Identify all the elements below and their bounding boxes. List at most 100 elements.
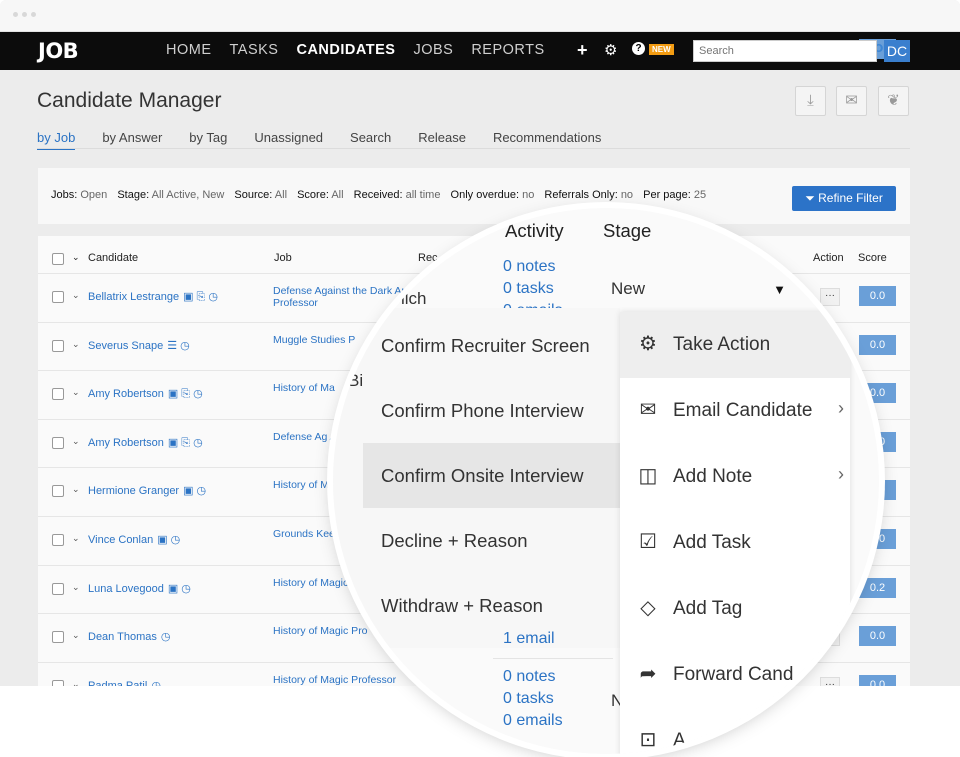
candidate-name[interactable]: Severus Snape ☰ ◷ bbox=[88, 339, 190, 352]
tab-by-job[interactable]: by Job bbox=[37, 130, 76, 150]
plus-icon[interactable]: + bbox=[577, 40, 588, 61]
candidate-status-icons[interactable]: ◷ bbox=[161, 631, 171, 643]
candidate-status-icons[interactable]: ◷ bbox=[151, 680, 161, 686]
candidate-status-icons[interactable]: ▣ ◷ bbox=[183, 485, 206, 497]
nav-tasks[interactable]: TASKS bbox=[230, 42, 279, 58]
tab-by-tag[interactable]: by Tag bbox=[189, 130, 227, 150]
row-checkbox[interactable] bbox=[52, 485, 64, 498]
new-badge[interactable]: NEW bbox=[649, 44, 674, 55]
row-checkbox[interactable] bbox=[52, 679, 64, 686]
menu-confirm-recruiter-screen[interactable]: Confirm Recruiter Screen bbox=[381, 335, 590, 357]
row-checkbox[interactable] bbox=[52, 534, 64, 546]
menu-add-task[interactable]: ☑ Add Task bbox=[620, 510, 850, 576]
menu-confirm-onsite-interview[interactable]: Confirm Onsite Interview bbox=[381, 465, 584, 487]
envelope-icon: ✉ bbox=[845, 92, 858, 109]
forward-icon: ➦ bbox=[639, 663, 657, 685]
candidate-name[interactable]: Amy Robertson ▣ ⎘ ◷ bbox=[88, 387, 203, 401]
paw-icon: ❦ bbox=[887, 92, 900, 109]
header-job[interactable]: Job bbox=[274, 252, 292, 264]
download-icon: ⤓ bbox=[807, 92, 814, 109]
chevron-down-icon[interactable]: ⌄ bbox=[72, 387, 80, 398]
row-fragment: Bi bbox=[348, 371, 364, 390]
candidate-name[interactable]: Amy Robertson ▣ ⎘ ◷ bbox=[88, 436, 203, 450]
row-checkbox[interactable] bbox=[52, 339, 64, 352]
briefcase-icon: ⊡ bbox=[639, 729, 657, 751]
nav-home[interactable]: HOME bbox=[166, 42, 212, 58]
user-avatar[interactable]: DC bbox=[884, 40, 910, 62]
score-badge: 0.0 bbox=[859, 674, 896, 686]
help-icon[interactable]: ? bbox=[632, 42, 645, 55]
email-button[interactable]: ✉ bbox=[836, 86, 867, 116]
select-all-checkbox[interactable] bbox=[52, 253, 64, 265]
activity-notes-bottom[interactable]: 0 notes 0 tasks 0 emails bbox=[503, 666, 563, 732]
chevron-down-icon[interactable]: ⌄ bbox=[72, 436, 80, 447]
header-score[interactable]: Score bbox=[858, 252, 887, 264]
menu-withdraw-reason[interactable]: Withdraw + Reason bbox=[381, 595, 543, 617]
refine-filter-button[interactable]: ⏷ Refine Filter bbox=[792, 186, 896, 211]
jobscore-logo[interactable]: JOB SCORE bbox=[38, 39, 898, 63]
candidate-status-icons[interactable]: ▣ ⎘ ◷ bbox=[183, 291, 218, 303]
paw-button[interactable]: ❦ bbox=[878, 86, 909, 116]
nav-candidates[interactable]: CANDIDATES bbox=[296, 42, 395, 58]
tab-recommendations[interactable]: Recommendations bbox=[493, 130, 601, 150]
menu-partial-item[interactable]: ⊡ A bbox=[620, 708, 850, 754]
job-link[interactable]: History of Magic Professor bbox=[273, 674, 423, 686]
row-checkbox[interactable] bbox=[52, 388, 64, 401]
tab-search[interactable]: Search bbox=[350, 130, 391, 150]
received-fragment: ilch bbox=[401, 289, 427, 308]
nav-jobs[interactable]: JOBS bbox=[413, 42, 453, 58]
email-partial[interactable]: 1 email bbox=[503, 628, 555, 650]
stage-select[interactable]: New ▼ bbox=[601, 270, 796, 310]
chevron-down-icon[interactable]: ⌄ bbox=[72, 252, 80, 263]
candidate-name[interactable]: Dean Thomas ◷ bbox=[88, 630, 171, 643]
row-divider bbox=[493, 658, 613, 659]
candidate-name[interactable]: Hermione Granger ▣ ◷ bbox=[88, 484, 206, 497]
take-action-submenu: Confirm Recruiter Screen Confirm Phone I… bbox=[333, 308, 620, 648]
candidate-status-icons[interactable]: ▣ ◷ bbox=[168, 583, 191, 595]
gear-icon[interactable]: ⚙ bbox=[604, 41, 617, 59]
header-action: Action bbox=[813, 252, 844, 264]
tab-unassigned[interactable]: Unassigned bbox=[254, 130, 323, 150]
chevron-down-icon[interactable]: ⌄ bbox=[72, 339, 80, 350]
funnel-icon: ⏷ bbox=[805, 191, 819, 205]
chevron-down-icon[interactable]: ⌄ bbox=[72, 679, 80, 686]
row-checkbox[interactable] bbox=[52, 291, 64, 303]
nav-reports[interactable]: REPORTS bbox=[471, 42, 544, 58]
filter-bar: Jobs: Open Stage: All Active, New Source… bbox=[38, 168, 910, 224]
menu-add-tag[interactable]: ◇ Add Tag bbox=[620, 576, 850, 642]
chevron-down-icon[interactable]: ⌄ bbox=[72, 582, 80, 593]
header-received[interactable]: Rec bbox=[418, 252, 438, 264]
filter-summary: Jobs: Open Stage: All Active, New Source… bbox=[51, 189, 707, 201]
chevron-down-icon[interactable]: ⌄ bbox=[72, 484, 80, 495]
chevron-down-icon[interactable]: ⌄ bbox=[72, 630, 80, 641]
candidate-name[interactable]: Luna Lovegood ▣ ◷ bbox=[88, 582, 191, 595]
candidate-name[interactable]: Padma Patil ◷ bbox=[88, 679, 161, 686]
header-candidate[interactable]: Candidate bbox=[88, 252, 138, 264]
row-checkbox[interactable] bbox=[52, 582, 64, 595]
tab-by-answer[interactable]: by Answer bbox=[102, 130, 162, 150]
menu-forward-candidate[interactable]: ➦ Forward Cand bbox=[620, 642, 850, 708]
menu-confirm-phone-interview[interactable]: Confirm Phone Interview bbox=[381, 400, 584, 422]
gear-icon: ⚙ bbox=[639, 333, 657, 355]
tabs-divider bbox=[37, 148, 910, 149]
candidate-status-icons[interactable]: ▣ ⎘ ◷ bbox=[168, 437, 203, 449]
menu-add-note[interactable]: ◫ Add Note › bbox=[620, 444, 850, 510]
chevron-down-icon[interactable]: ⌄ bbox=[72, 533, 80, 544]
candidate-status-icons[interactable]: ▣ ⎘ ◷ bbox=[168, 388, 203, 400]
tag-icon: ◇ bbox=[640, 597, 656, 619]
tab-release[interactable]: Release bbox=[418, 130, 466, 150]
chevron-down-icon[interactable]: ⌄ bbox=[72, 290, 80, 301]
stage-header[interactable]: Stage bbox=[603, 220, 651, 242]
search-input[interactable] bbox=[693, 40, 877, 62]
candidate-name[interactable]: Vince Conlan ▣ ◷ bbox=[88, 533, 180, 546]
menu-email-candidate[interactable]: ✉ Email Candidate › bbox=[620, 378, 850, 444]
candidate-status-icons[interactable]: ▣ ◷ bbox=[157, 534, 180, 546]
candidate-name[interactable]: Bellatrix Lestrange ▣ ⎘ ◷ bbox=[88, 290, 218, 304]
row-action-button[interactable]: ··· bbox=[820, 288, 840, 306]
candidate-status-icons[interactable]: ☰ ◷ bbox=[167, 340, 190, 352]
menu-decline-reason[interactable]: Decline + Reason bbox=[381, 530, 528, 552]
row-checkbox[interactable] bbox=[52, 631, 64, 644]
menu-take-action[interactable]: ⚙ Take Action bbox=[620, 312, 850, 378]
download-button[interactable]: ⤓ bbox=[795, 86, 826, 116]
row-checkbox[interactable] bbox=[52, 436, 64, 449]
